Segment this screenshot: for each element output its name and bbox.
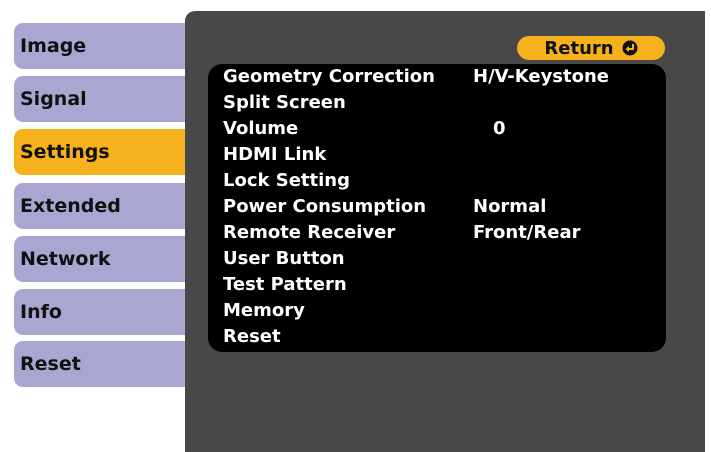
menu-item-remote-receiver[interactable]: Remote Receiver — [223, 220, 395, 246]
tab-label: Info — [20, 301, 62, 323]
return-button[interactable]: Return — [517, 36, 665, 60]
tab-label: Reset — [20, 353, 81, 375]
menu-value-remote-receiver: Front/Rear — [473, 222, 581, 243]
tab-extended[interactable]: Extended — [14, 183, 210, 229]
tab-label: Image — [20, 35, 87, 57]
tab-signal[interactable]: Signal — [14, 76, 210, 122]
tab-reset[interactable]: Reset — [14, 341, 210, 387]
tab-network[interactable]: Network — [14, 236, 210, 282]
tab-label: Settings — [20, 141, 110, 163]
menu-item-power-consumption[interactable]: Power Consumption — [223, 194, 426, 220]
tab-label: Signal — [20, 88, 87, 110]
menu-item-geometry-correction[interactable]: Geometry Correction — [223, 64, 435, 90]
menu-item-test-pattern[interactable]: Test Pattern — [223, 272, 347, 298]
menu-item-reset[interactable]: Reset — [223, 324, 281, 350]
menu-item-volume[interactable]: Volume — [223, 116, 298, 142]
menu-value-power-consumption: Normal — [473, 196, 547, 217]
menu-item-split-screen[interactable]: Split Screen — [223, 90, 346, 116]
menu-item-hdmi-link[interactable]: HDMI Link — [223, 142, 326, 168]
menu-value-geometry-correction: H/V-Keystone — [473, 66, 610, 87]
return-label: Return — [544, 37, 614, 59]
menu-item-lock-setting[interactable]: Lock Setting — [223, 168, 350, 194]
tab-label: Extended — [20, 195, 121, 217]
enter-icon — [622, 40, 638, 56]
menu-item-memory[interactable]: Memory — [223, 298, 305, 324]
tab-settings[interactable]: Settings — [14, 129, 210, 175]
tab-info[interactable]: Info — [14, 289, 210, 335]
menu-item-user-button[interactable]: User Button — [223, 246, 345, 272]
menu-value-volume: 0 — [493, 118, 506, 139]
settings-menu-list: Geometry Correction H/V-Keystone Split S… — [208, 64, 666, 352]
tab-image[interactable]: Image — [14, 23, 210, 69]
tab-label: Network — [20, 248, 111, 270]
